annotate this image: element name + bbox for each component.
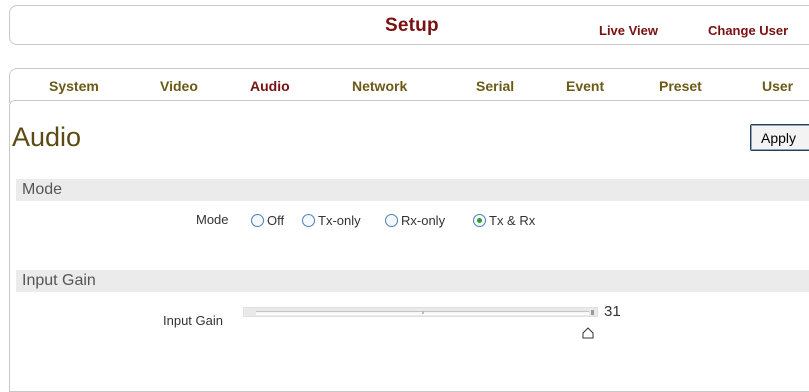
mode-option-label: Rx-only <box>401 213 446 228</box>
mode-option-tx-rx[interactable]: Tx & Rx <box>473 213 535 228</box>
radio-tx-rx[interactable] <box>473 214 486 227</box>
change-user-link[interactable]: Change User <box>708 23 788 38</box>
mode-field-label: Mode <box>196 212 229 227</box>
slider-thumb-icon[interactable] <box>582 327 594 339</box>
mode-option-tx-only[interactable]: Tx-only <box>302 213 361 228</box>
header-title: Setup <box>385 15 439 36</box>
page-title: Audio <box>12 122 82 152</box>
mode-option-off[interactable]: Off <box>251 213 284 228</box>
tab-user[interactable]: User <box>762 78 793 94</box>
mode-option-label: Off <box>267 213 285 228</box>
input-gain-field-label: Input Gain <box>163 313 223 328</box>
input-gain-section-heading: Input Gain <box>16 270 809 292</box>
input-gain-slider-track[interactable] <box>243 307 598 317</box>
tab-serial[interactable]: Serial <box>476 78 514 94</box>
radio-rx-only[interactable] <box>385 214 398 227</box>
tab-event[interactable]: Event <box>566 78 604 94</box>
mode-option-rx-only[interactable]: Rx-only <box>385 213 445 228</box>
mode-option-label: Tx-only <box>318 213 361 228</box>
live-view-link[interactable]: Live View <box>599 23 658 38</box>
tab-audio[interactable]: Audio <box>250 78 290 94</box>
apply-button[interactable]: Apply <box>750 124 809 151</box>
input-gain-value: 31 <box>604 303 621 320</box>
tab-network[interactable]: Network <box>352 78 407 94</box>
radio-off[interactable] <box>251 214 264 227</box>
tab-preset[interactable]: Preset <box>659 78 702 94</box>
tab-video[interactable]: Video <box>160 78 198 94</box>
mode-section-heading: Mode <box>16 179 809 201</box>
tab-system[interactable]: System <box>49 78 99 94</box>
slider-mid-tick <box>422 311 424 314</box>
radio-tx-only[interactable] <box>302 214 315 227</box>
mode-option-label: Tx & Rx <box>489 213 536 228</box>
slider-end-tick <box>591 310 594 315</box>
content-panel <box>9 100 809 392</box>
